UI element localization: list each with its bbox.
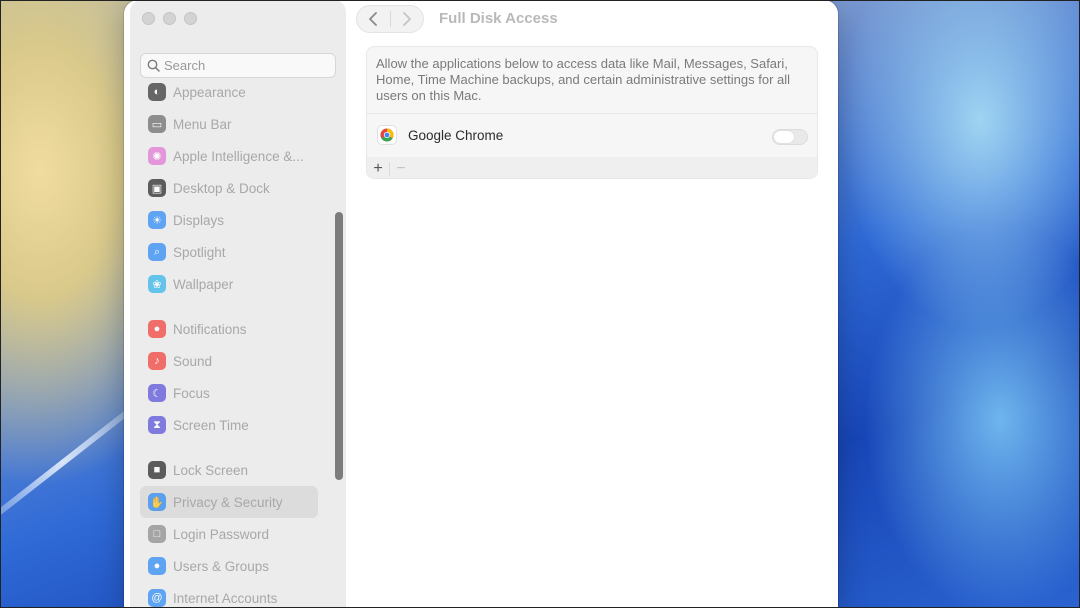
sidebar-item-login-password[interactable]: □ Login Password [140,518,318,550]
users-groups-icon: ● [148,557,166,575]
full-disk-access-panel: Allow the applications below to access d… [366,46,818,179]
forward-button[interactable] [390,6,423,32]
sidebar-item-internet-accounts[interactable]: @ Internet Accounts [140,582,318,608]
sidebar-item-label: Lock Screen [173,462,249,478]
sidebar-item-label: Internet Accounts [173,590,278,606]
spotlight-icon: ⌕ [148,243,166,261]
sidebar: ◐ Appearance ▭ Menu Bar ✺ Apple Intelligence … [130,0,346,608]
sidebar-item-displays[interactable]: ☀ Displays [140,204,318,236]
search-input[interactable] [164,58,324,73]
search-field[interactable] [140,53,336,78]
sidebar-item-label: Privacy & Security [173,494,283,510]
sidebar-item-label: Sound [173,353,213,369]
sidebar-item-menu-bar[interactable]: ▭ Menu Bar [140,108,318,140]
sidebar-item-label: Wallpaper [173,276,234,292]
sidebar-item-desktop-dock[interactable]: ▣ Desktop & Dock [140,172,318,204]
internet-accounts-icon: @ [148,589,166,607]
app-row: Google Chrome [367,114,817,156]
displays-icon: ☀ [148,211,166,229]
sidebar-item-wallpaper[interactable]: ❀ Wallpaper [140,268,318,300]
sidebar-item-label: Appearance [173,84,246,100]
chevron-left-icon [369,12,378,26]
add-app-button[interactable]: + [367,159,389,179]
sidebar-item-screen-time[interactable]: ⧗ Screen Time [140,409,318,441]
toggle-knob [774,131,794,143]
sidebar-item-label: Menu Bar [173,116,232,132]
sidebar-item-label: Desktop & Dock [173,180,270,196]
remove-app-button[interactable]: − [390,159,412,179]
sidebar-item-sound[interactable]: ♪ Sound [140,345,318,377]
sidebar-scrollbar-thumb[interactable] [335,212,343,480]
notifications-icon: ● [148,320,166,338]
close-button[interactable] [142,12,155,25]
sidebar-item-label: Notifications [173,321,247,337]
focus-icon: ☾ [148,384,166,402]
sidebar-item-label: Users & Groups [173,558,270,574]
sidebar-item-privacy-security[interactable]: ✋ Privacy & Security [140,486,318,518]
sidebar-item-focus[interactable]: ☾ Focus [140,377,318,409]
sidebar-item-notifications[interactable]: ● Notifications [140,313,318,345]
back-button[interactable] [357,6,390,32]
sidebar-item-apple-intelligence[interactable]: ✺ Apple Intelligence &... [140,140,318,172]
wallpaper-icon: ❀ [148,275,166,293]
sidebar-item-label: Apple Intelligence &... [173,148,304,164]
apple-intelligence-icon: ✺ [148,147,166,165]
login-password-icon: □ [148,525,166,543]
page-title: Full Disk Access [439,10,558,27]
sidebar-item-label: Login Password [173,526,270,542]
sidebar-item-appearance[interactable]: ◐ Appearance [140,76,318,108]
sidebar-item-label: Screen Time [173,417,249,433]
screen-time-icon: ⧗ [148,416,166,434]
sidebar-item-lock-screen[interactable]: ■ Lock Screen [140,454,318,486]
search-icon [147,59,160,72]
zoom-button[interactable] [184,12,197,25]
desktop-dock-icon: ▣ [148,179,166,197]
minimize-button[interactable] [163,12,176,25]
chevron-right-icon [402,12,411,26]
system-settings-window: ◐ Appearance ▭ Menu Bar ✺ Apple Intelligence … [124,0,838,608]
sidebar-item-spotlight[interactable]: ⌕ Spotlight [140,236,318,268]
navigation-buttons [356,5,424,33]
sidebar-item-label: Focus [173,385,210,401]
google-chrome-access-toggle[interactable] [772,129,808,145]
access-description: Allow the applications below to access d… [376,56,791,103]
lock-screen-icon: ■ [148,461,166,479]
menu-bar-icon: ▭ [148,115,166,133]
appearance-icon: ◐ [148,83,166,101]
sidebar-item-label: Displays [173,212,225,228]
annotation-arrow-icon [836,150,838,220]
chrome-icon [377,125,397,145]
sidebar-item-users-groups[interactable]: ● Users & Groups [140,550,318,582]
sidebar-item-label: Spotlight [173,244,226,260]
privacy-hand-icon: ✋ [148,493,166,511]
list-footer-bar: + − [367,157,817,179]
sound-icon: ♪ [148,352,166,370]
window-controls [142,12,197,25]
app-name-label: Google Chrome [408,128,504,143]
